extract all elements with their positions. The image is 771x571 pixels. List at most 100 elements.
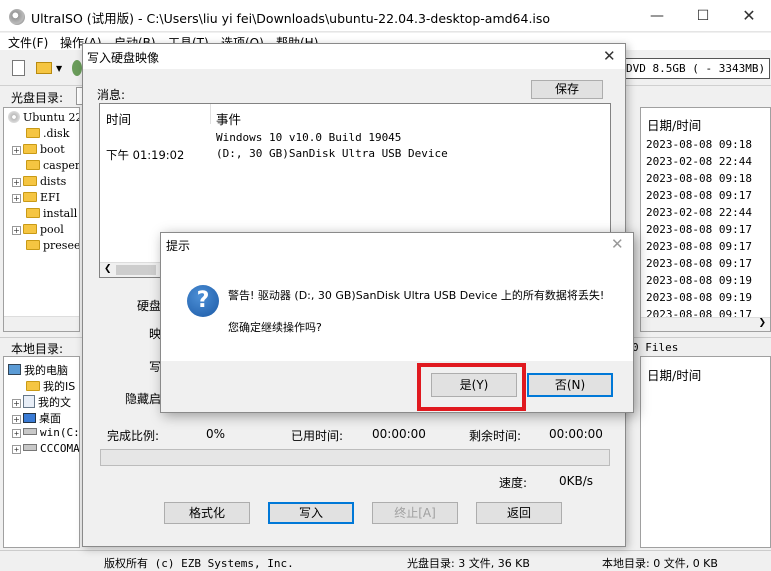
tree-item-my-computer[interactable]: 我的电脑: [8, 362, 68, 378]
tree-item-dists[interactable]: + dists: [12, 175, 66, 191]
expand-icon[interactable]: +: [12, 415, 21, 424]
confirm-question: 您确定继续操作吗?: [228, 321, 322, 334]
tree-item-disc-root[interactable]: Ubuntu 22: [8, 111, 79, 127]
folder-icon: [26, 160, 40, 170]
local-directory-label: 本地目录:: [11, 342, 64, 356]
extract-icon[interactable]: [72, 60, 82, 76]
speed-value: 0KB/s: [559, 474, 594, 488]
drive-icon: [23, 444, 37, 451]
local-file-list[interactable]: 日期/时间: [640, 356, 771, 548]
local-tree[interactable]: 我的电脑 我的IS + 我的文 + 桌面 + win(C: + CCCOMA: [3, 356, 80, 548]
scroll-right-icon[interactable]: ❯: [758, 318, 766, 328]
folder-icon: [26, 381, 40, 391]
open-folder-icon[interactable]: [36, 62, 52, 74]
column-header-time[interactable]: 时间: [106, 109, 131, 128]
title-bar: UltraISO (试用版) - C:\Users\liu yi fei\Dow…: [0, 0, 771, 32]
drive-icon: [23, 428, 37, 435]
tree-item-boot[interactable]: + boot: [12, 143, 65, 159]
hide-boot-partition-label: 隐藏启: [125, 392, 162, 406]
column-divider[interactable]: [210, 104, 211, 124]
expand-icon[interactable]: +: [12, 194, 21, 203]
tree-item-disk[interactable]: .disk: [26, 127, 69, 143]
expand-icon[interactable]: +: [12, 226, 21, 235]
scrollbar-thumb[interactable]: [116, 265, 156, 275]
tree-item-my-iso[interactable]: 我的IS: [26, 378, 75, 394]
expand-icon[interactable]: +: [12, 445, 21, 454]
progress-label: 完成比例:: [107, 429, 160, 443]
expand-icon[interactable]: +: [12, 429, 21, 438]
list-item-date: 2023-08-08 09:19: [646, 274, 752, 287]
folder-icon: [23, 176, 37, 186]
new-file-icon[interactable]: [12, 60, 25, 76]
minimize-icon[interactable]: —: [634, 0, 680, 32]
close-icon[interactable]: ✕: [603, 47, 616, 65]
column-header-event[interactable]: 事件: [216, 109, 241, 128]
tree-item-my-documents[interactable]: + 我的文: [12, 394, 71, 410]
list-item-date: 2023-08-08 09:17: [646, 257, 752, 270]
computer-icon: [8, 364, 21, 375]
tree-item-drive-c[interactable]: + win(C:: [12, 426, 79, 442]
ultraiso-app-icon: [9, 9, 25, 25]
disc-info-text: 光盘目录: 3 文件, 36 KB: [407, 557, 530, 570]
disc-tree[interactable]: Ubuntu 22 .disk + boot casper + dists + EFI…: [3, 107, 80, 332]
column-header-datetime[interactable]: 日期/时间: [647, 115, 701, 134]
expand-icon[interactable]: +: [12, 399, 21, 408]
list-item-date: 2023-08-08 09:18: [646, 138, 752, 151]
folder-icon: [26, 208, 40, 218]
documents-icon: [23, 395, 35, 408]
progress-bar: [100, 449, 610, 466]
disc-icon: [8, 111, 20, 123]
disc-directory-label: 光盘目录:: [11, 91, 64, 105]
no-button[interactable]: 否(N): [527, 373, 613, 397]
local-info-text: 本地目录: 0 文件, 0 KB: [602, 557, 718, 570]
abort-button[interactable]: 终止[A]: [372, 502, 458, 524]
list-item-date: 2023-08-08 09:17: [646, 223, 752, 236]
list-horizontal-scrollbar[interactable]: ❯: [641, 317, 770, 331]
folder-icon: [26, 240, 40, 250]
list-item-date: 2023-08-08 09:18: [646, 172, 752, 185]
dialog-title: 写入硬盘映像: [87, 51, 160, 65]
tree-item-desktop[interactable]: + 桌面: [12, 410, 61, 426]
warning-message: 警告! 驱动器 (D:, 30 GB)SanDisk Ultra USB Dev…: [228, 289, 605, 302]
list-item-date: 2023-08-08 09:17: [646, 240, 752, 253]
confirm-dialog-title: 提示: [166, 239, 191, 253]
tree-item-pool[interactable]: + pool: [12, 223, 64, 239]
local-files-count: 0 Files: [632, 341, 679, 354]
list-item-date: 2023-08-08 09:17: [646, 189, 752, 202]
status-bar: 版权所有 (c) EZB Systems, Inc. 光盘目录: 3 文件, 3…: [0, 550, 771, 571]
close-icon[interactable]: ✕: [726, 0, 771, 32]
folder-icon: [23, 144, 37, 154]
tree-item-casper[interactable]: casper: [26, 159, 79, 175]
close-icon[interactable]: ✕: [611, 235, 624, 253]
column-header-datetime[interactable]: 日期/时间: [647, 365, 701, 384]
drive-label: 硬盘: [137, 299, 162, 313]
tree-item-drive-cccoma[interactable]: + CCCOMA: [12, 442, 79, 458]
format-button[interactable]: 格式化: [164, 502, 250, 524]
back-button[interactable]: 返回: [476, 502, 562, 524]
scroll-left-icon[interactable]: ❮: [104, 264, 112, 274]
dropdown-arrow-icon[interactable]: ▼: [56, 64, 62, 73]
tree-item-preseed[interactable]: preseed: [26, 239, 79, 255]
maximize-icon[interactable]: ☐: [680, 0, 726, 32]
date-column: 2023-08-08 09:18 2023-02-08 22:44 2023-0…: [646, 136, 752, 331]
capacity-indicator: DVD 8.5GB ( - 3343MB): [620, 58, 770, 79]
disc-file-list[interactable]: 日期/时间 2023-08-08 09:18 2023-02-08 22:44 …: [640, 107, 771, 332]
list-item-date: 2023-02-08 22:44: [646, 206, 752, 219]
write-button[interactable]: 写入: [268, 502, 354, 524]
menu-file[interactable]: 文件(F): [8, 34, 48, 51]
tree-item-install[interactable]: install: [26, 207, 77, 223]
save-button[interactable]: 保存: [531, 80, 603, 99]
progress-value: 0%: [206, 427, 226, 441]
folder-icon: [26, 128, 40, 138]
folder-icon: [23, 224, 37, 234]
elapsed-time-value: 00:00:00: [372, 427, 426, 441]
speed-label: 速度:: [499, 476, 528, 490]
tree-item-efi[interactable]: + EFI: [12, 191, 60, 207]
remaining-time-label: 剩余时间:: [469, 429, 522, 443]
question-icon: ?: [187, 285, 219, 317]
confirm-dialog-footer: 是(Y) 否(N): [161, 361, 633, 412]
tree-horizontal-scrollbar[interactable]: [4, 316, 79, 331]
expand-icon[interactable]: +: [12, 178, 21, 187]
expand-icon[interactable]: +: [12, 146, 21, 155]
window-title: UltraISO (试用版) - C:\Users\liu yi fei\Dow…: [31, 11, 551, 26]
